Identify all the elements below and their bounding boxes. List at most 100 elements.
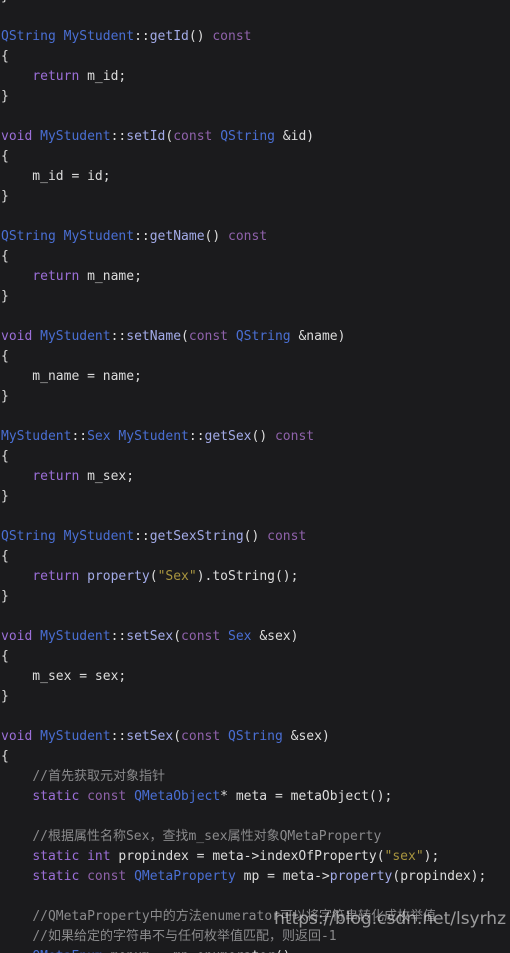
code-line[interactable]: QMetaEnum menum = mp.enumerator(); — [0, 947, 510, 953]
code-line[interactable] — [0, 7, 510, 27]
code-token: const — [181, 729, 221, 744]
code-line[interactable]: m_sex = sex; — [0, 667, 510, 687]
code-lines-container[interactable]: } QString MyStudent::getId() const{ retu… — [0, 0, 510, 953]
code-line[interactable]: return m_sex; — [0, 467, 510, 487]
code-token: getSexString — [149, 529, 244, 544]
code-token: :: — [110, 729, 127, 744]
code-token: //QMetaProperty中的方法enumerator可以将字符串转化成枚举… — [32, 909, 436, 924]
code-line[interactable]: } — [0, 0, 510, 7]
code-token: int — [87, 849, 111, 864]
code-line[interactable]: } — [0, 187, 510, 207]
code-token: (); — [368, 789, 393, 804]
code-line[interactable]: //根据属性名称Sex，查找m_sex属性对象QMetaProperty — [0, 827, 510, 847]
code-line[interactable]: QString MyStudent::getName() const — [0, 227, 510, 247]
code-line[interactable] — [0, 107, 510, 127]
code-token: //如果给定的字符串不与任何枚举值匹配，则返回-1 — [32, 929, 337, 944]
code-token: (propindex); — [392, 869, 487, 884]
code-line[interactable]: static int propindex = meta->indexOfProp… — [0, 847, 510, 867]
code-line[interactable] — [0, 707, 510, 727]
code-line[interactable]: } — [0, 487, 510, 507]
code-line[interactable]: m_id = id; — [0, 167, 510, 187]
code-line[interactable]: void MyStudent::setSex(const QString &se… — [0, 727, 510, 747]
code-line[interactable]: { — [0, 447, 510, 467]
code-editor-surface[interactable]: } QString MyStudent::getId() const{ retu… — [0, 0, 510, 953]
code-line[interactable]: { — [0, 247, 510, 267]
code-line[interactable] — [0, 507, 510, 527]
code-line[interactable]: m_name = name; — [0, 367, 510, 387]
code-token: const — [267, 529, 307, 544]
code-line[interactable]: return m_name; — [0, 267, 510, 287]
code-token: "Sex" — [157, 569, 197, 584]
code-line[interactable]: //如果给定的字符串不与任何枚举值匹配，则返回-1 — [0, 927, 510, 947]
code-line[interactable]: } — [0, 587, 510, 607]
code-line[interactable]: { — [0, 647, 510, 667]
code-line[interactable] — [0, 887, 510, 907]
code-token: () — [243, 529, 268, 544]
code-line[interactable] — [0, 207, 510, 227]
code-token: setId — [126, 129, 166, 144]
code-line[interactable]: void MyStudent::setId(const QString &id) — [0, 127, 510, 147]
code-token: getName — [149, 229, 205, 244]
code-token: m_name; — [79, 269, 142, 284]
code-token: static — [32, 789, 80, 804]
code-token: property — [87, 569, 150, 584]
code-token: m_name = name; — [1, 369, 142, 384]
code-token: property — [329, 869, 393, 884]
code-line[interactable]: { — [0, 47, 510, 67]
code-token: MyStudent — [118, 429, 189, 444]
code-line[interactable]: } — [0, 387, 510, 407]
code-line[interactable] — [0, 307, 510, 327]
code-line[interactable]: } — [0, 287, 510, 307]
code-line[interactable]: { — [0, 547, 510, 567]
code-token: &name) — [290, 329, 346, 344]
code-line[interactable]: { — [0, 347, 510, 367]
code-token: MyStudent — [40, 729, 111, 744]
code-token: m_id; — [79, 69, 127, 84]
code-token: } — [1, 489, 9, 504]
code-line[interactable] — [0, 807, 510, 827]
code-line[interactable]: } — [0, 87, 510, 107]
code-line[interactable]: static const QMetaProperty mp = meta->pr… — [0, 867, 510, 887]
code-line[interactable]: QString MyStudent::getId() const — [0, 27, 510, 47]
code-line[interactable]: static const QMetaObject* meta = metaObj… — [0, 787, 510, 807]
code-token: setSex — [126, 729, 174, 744]
code-token: MyStudent — [40, 329, 111, 344]
code-line[interactable]: MyStudent::Sex MyStudent::getSex() const — [0, 427, 510, 447]
code-token: return — [32, 269, 80, 284]
code-token: } — [1, 289, 9, 304]
code-token: { — [1, 249, 9, 264]
code-line[interactable]: void MyStudent::setName(const QString &n… — [0, 327, 510, 347]
code-line[interactable]: } — [0, 687, 510, 707]
code-token: QString — [1, 229, 56, 244]
code-token: QString — [228, 729, 283, 744]
code-line[interactable]: QString MyStudent::getSexString() const — [0, 527, 510, 547]
code-token: :: — [134, 229, 150, 244]
code-line[interactable]: { — [0, 747, 510, 767]
code-token: :: — [134, 29, 150, 44]
code-token: getSex — [204, 429, 252, 444]
code-token: const — [173, 129, 213, 144]
code-line[interactable]: { — [0, 147, 510, 167]
code-token: const — [87, 789, 127, 804]
code-token: &id) — [274, 129, 315, 144]
code-line[interactable] — [0, 607, 510, 627]
code-token: return — [32, 69, 80, 84]
code-line[interactable]: void MyStudent::setSex(const Sex &sex) — [0, 627, 510, 647]
code-token: () — [188, 29, 213, 44]
code-line[interactable]: return m_id; — [0, 67, 510, 87]
code-line[interactable]: //QMetaProperty中的方法enumerator可以将字符串转化成枚举… — [0, 907, 510, 927]
code-token: :: — [71, 429, 88, 444]
code-line[interactable]: return property("Sex").toString(); — [0, 567, 510, 587]
code-line[interactable]: //首先获取元对象指针 — [0, 767, 510, 787]
code-token: &sex) — [251, 629, 299, 644]
code-line[interactable] — [0, 407, 510, 427]
code-token: const — [87, 869, 127, 884]
